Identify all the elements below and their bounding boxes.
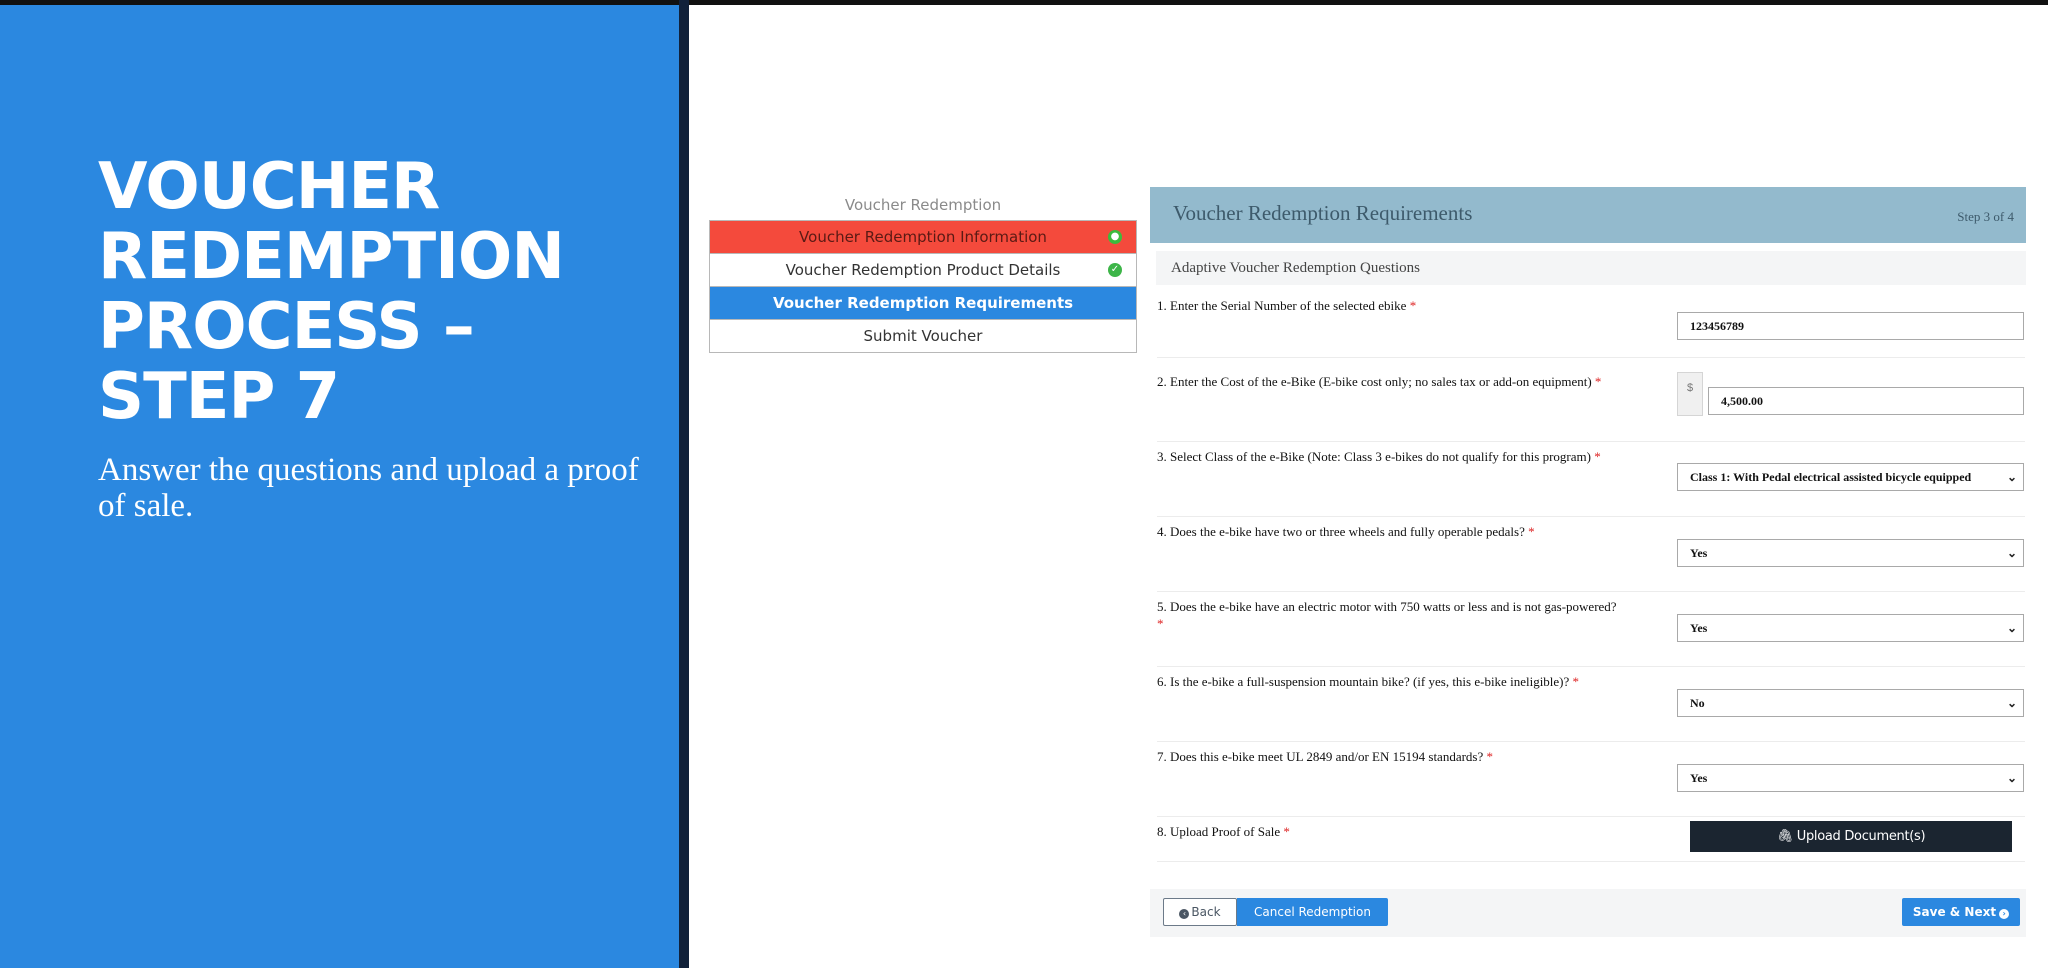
select-value: Yes (1690, 771, 1708, 785)
slide-title-line: STEP 7 (98, 360, 340, 434)
step-label: Voucher Redemption Requirements (772, 294, 1074, 312)
section-title: Adaptive Voucher Redemption Questions (1156, 251, 2026, 285)
chevron-down-icon: ⌄ (2006, 621, 2017, 635)
question-motor: 5. Does the e-bike have an electric moto… (1157, 598, 2025, 667)
circle-chevron-left-icon: ‹ (1179, 909, 1190, 919)
form-panel: Voucher Redemption Requirements Step 3 o… (1150, 187, 2026, 285)
select-value: Yes (1690, 621, 1708, 635)
back-label: Back (1191, 905, 1221, 919)
question-label: 7. Does this e-bike meet UL 2849 and/or … (1157, 749, 1494, 764)
steps-nav: Voucher Redemption Voucher Redemption In… (709, 190, 1137, 353)
suspension-select[interactable]: No ⌄ (1677, 689, 2024, 717)
select-value: Yes (1690, 546, 1708, 560)
select-value: No (1690, 696, 1705, 710)
form-title: Voucher Redemption Requirements (1173, 201, 1473, 225)
wheels-pedals-select[interactable]: Yes ⌄ (1677, 539, 2024, 567)
question-label: 2. Enter the Cost of the e-Bike (E-bike … (1157, 374, 1602, 389)
slide-subtitle: Answer the questions and upload a proof … (98, 452, 639, 524)
question-serial-number: 1. Enter the Serial Number of the select… (1157, 297, 2025, 358)
slide-title-line: VOUCHER (98, 150, 440, 224)
question-label: 8. Upload Proof of Sale * (1157, 824, 1290, 839)
question-label: 6. Is the e-bike a full-suspension mount… (1157, 674, 1580, 689)
standards-select[interactable]: Yes ⌄ (1677, 764, 2024, 792)
form-header: Voucher Redemption Requirements Step 3 o… (1150, 187, 2026, 243)
panel-divider (679, 0, 689, 968)
step-label: Submit Voucher (863, 327, 983, 345)
save-next-label: Save & Next (1912, 905, 1997, 919)
question-label: 1. Enter the Serial Number of the select… (1157, 298, 1417, 313)
step-label: Voucher Redemption Product Details (785, 261, 1061, 279)
steps-nav-header: Voucher Redemption (844, 196, 1002, 214)
chevron-down-icon: ⌄ (2006, 546, 2017, 560)
question-label: 5. Does the e-bike have an electric moto… (1157, 599, 1617, 631)
question-suspension: 6. Is the e-bike a full-suspension mount… (1157, 673, 2025, 742)
step-voucher-redemption-information[interactable]: Voucher Redemption Information ● (709, 220, 1137, 254)
class-select[interactable]: Class 1: With Pedal electrical assisted … (1677, 463, 2024, 491)
save-next-button[interactable]: Save & Next › (1902, 898, 2020, 926)
question-class: 3. Select Class of the e-Bike (Note: Cla… (1157, 448, 2025, 517)
question-standards: 7. Does this e-bike meet UL 2849 and/or … (1157, 748, 2025, 817)
circle-chevron-right-icon: › (1999, 909, 2010, 919)
question-label: 4. Does the e-bike have two or three whe… (1157, 524, 1535, 539)
chevron-down-icon: ⌄ (2006, 470, 2017, 484)
slide-title-line: REDEMPTION (98, 220, 565, 294)
back-button[interactable]: ‹ Back (1163, 898, 1237, 926)
step-voucher-redemption-product-details[interactable]: Voucher Redemption Product Details ✓ (709, 254, 1137, 287)
chevron-down-icon: ⌄ (2006, 771, 2017, 785)
slide-title: VOUCHER REDEMPTION PROCESS – STEP 7 (98, 152, 658, 432)
upload-document-button[interactable]: 🖇 Upload Document(s) (1690, 821, 2012, 852)
step-submit-voucher[interactable]: Submit Voucher (709, 320, 1137, 353)
question-wheels-pedals: 4. Does the e-bike have two or three whe… (1157, 523, 2025, 592)
upload-label: Upload Document(s) (1796, 829, 1926, 844)
currency-addon: $ (1677, 372, 1703, 416)
question-label: 3. Select Class of the e-Bike (Note: Cla… (1157, 449, 1601, 464)
question-cost: 2. Enter the Cost of the e-Bike (E-bike … (1157, 372, 2025, 442)
motor-select[interactable]: Yes ⌄ (1677, 614, 2024, 642)
class-select-value: Class 1: With Pedal electrical assisted … (1690, 470, 1972, 484)
step-indicator: Step 3 of 4 (1957, 209, 2014, 224)
serial-number-input[interactable]: 123456789 (1677, 312, 2024, 340)
chevron-down-icon: ⌄ (2006, 696, 2017, 710)
cancel-redemption-button[interactable]: Cancel Redemption (1237, 898, 1388, 926)
paperclip-icon: 🖇 (1776, 829, 1794, 844)
check-circle-icon: ✓ (1108, 263, 1122, 277)
slide-title-line: PROCESS – (98, 290, 475, 364)
cost-input[interactable]: 4,500.00 (1708, 387, 2024, 415)
status-dot-icon: ● (1108, 230, 1122, 244)
step-voucher-redemption-requirements[interactable]: Voucher Redemption Requirements (709, 287, 1137, 320)
step-label: Voucher Redemption Information (799, 228, 1047, 246)
